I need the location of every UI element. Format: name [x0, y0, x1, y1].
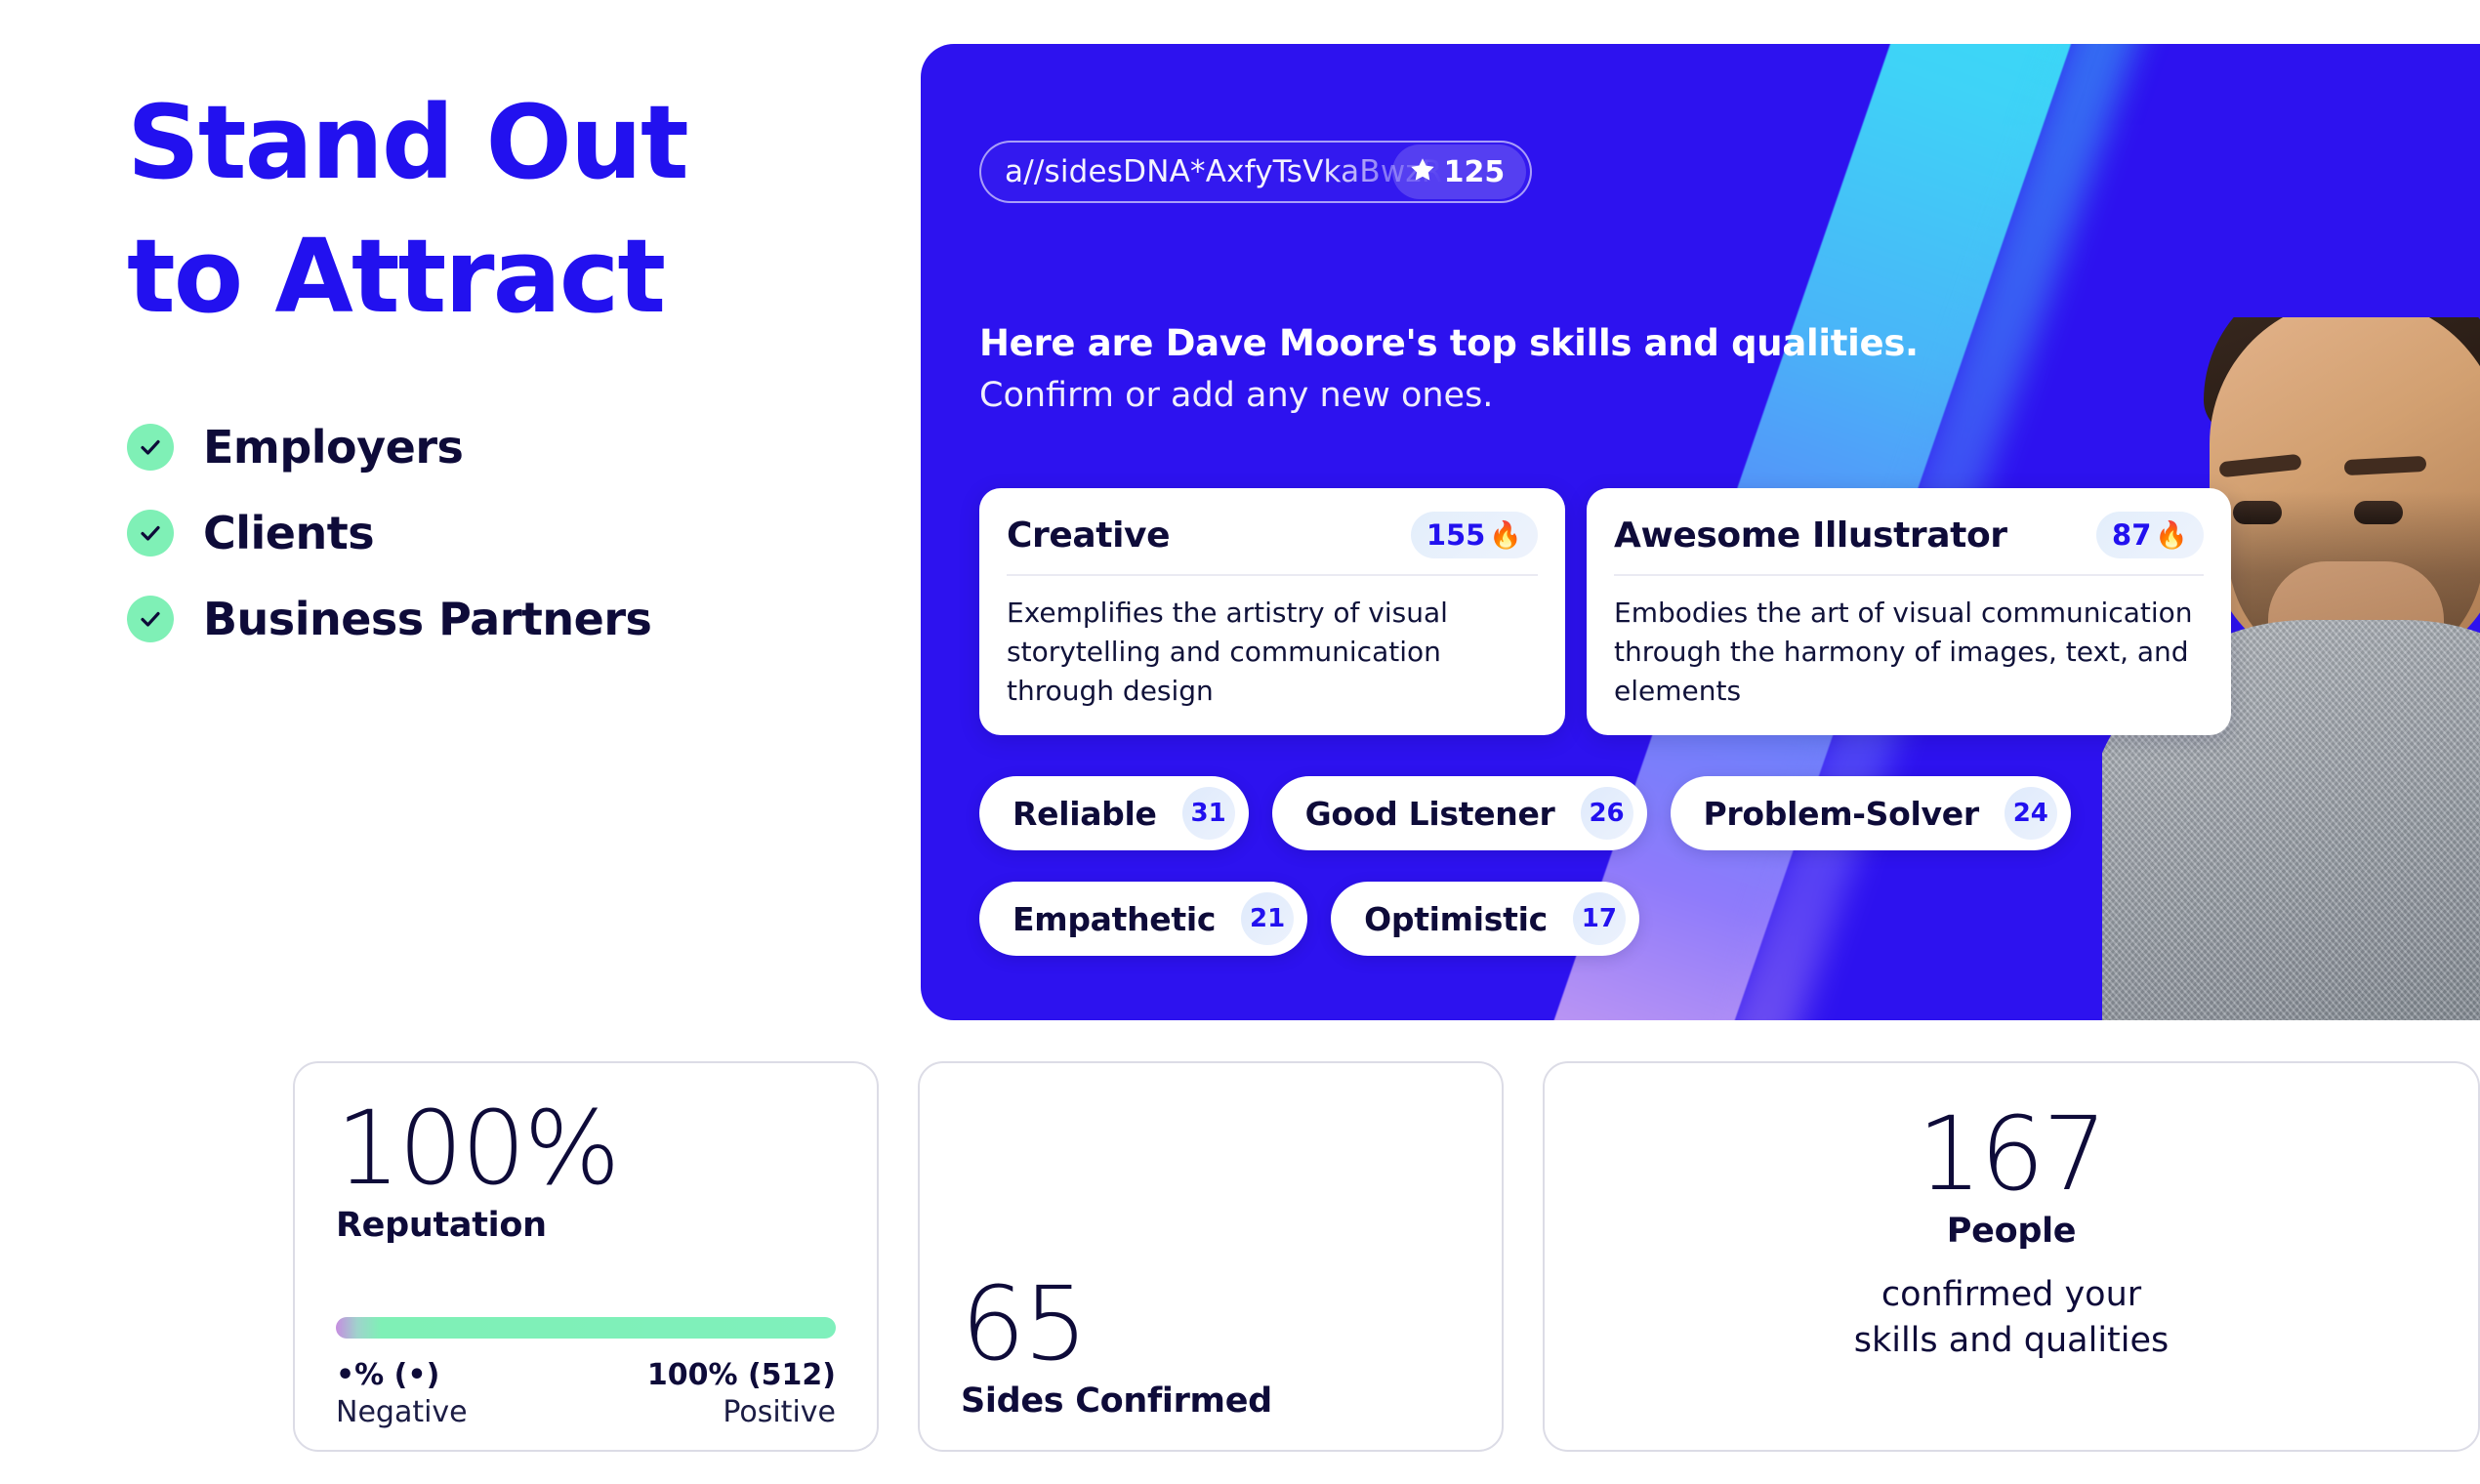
reputation-progress: •% (•) Negative 100% (512) Positive: [336, 1317, 836, 1429]
skill-chip-reliable[interactable]: Reliable 31: [979, 776, 1249, 850]
profile-url-text: a//sidesDNA*AxfyTsVkaBwzR: [1005, 154, 1443, 189]
legend-negative: •% (•) Negative: [336, 1358, 468, 1429]
skill-card-creative[interactable]: Creative 155 🔥 Exemplifies the artistry …: [979, 488, 1565, 736]
headline-line-2: to Attract: [127, 217, 666, 337]
progress-bar: [336, 1317, 836, 1340]
checklist-label: Employers: [203, 420, 464, 474]
chip-label: Problem-Solver: [1703, 794, 1980, 833]
checklist-label: Clients: [203, 506, 375, 559]
divider: [1007, 574, 1538, 576]
skill-chip-empathetic[interactable]: Empathetic 21: [979, 882, 1308, 956]
reputation-label: Reputation: [336, 1206, 547, 1246]
check-icon: [127, 423, 174, 471]
negative-label: Negative: [336, 1395, 468, 1430]
skill-name: Creative: [1007, 515, 1171, 556]
skill-chip-optimistic[interactable]: Optimistic 17: [1331, 882, 1639, 956]
profile-url-pill[interactable]: a//sidesDNA*AxfyTsVkaBwzR 125: [979, 141, 1533, 203]
chip-label: Empathetic: [1013, 899, 1217, 938]
endorsement-count: 87: [2112, 518, 2152, 552]
fire-icon: 🔥: [1489, 519, 1522, 550]
endorsement-count: 155: [1426, 518, 1486, 552]
sides-label: Sides Confirmed: [961, 1381, 1272, 1421]
skill-name: Awesome Illustrator: [1614, 515, 2007, 556]
skill-description: Exemplifies the artistry of visual story…: [1007, 597, 1448, 707]
checklist-item-employers: Employers: [127, 421, 908, 474]
page-title: Stand Out to Attract: [127, 76, 908, 345]
chip-label: Good Listener: [1304, 794, 1555, 833]
skill-chip-row-2: Empathetic 21 Optimistic 17: [979, 882, 1639, 956]
chip-count: 24: [2004, 787, 2057, 840]
skill-chip-good-listener[interactable]: Good Listener 26: [1271, 776, 1647, 850]
skill-description: Embodies the art of visual communication…: [1614, 597, 2193, 707]
reputation-value: 100%: [336, 1089, 620, 1208]
progress-legend: •% (•) Negative 100% (512) Positive: [336, 1358, 836, 1429]
skill-chip-row-1: Reliable 31 Good Listener 26 Problem-Sol…: [979, 776, 2071, 850]
stat-card-people-confirmed: 167 People confirmed your skills and qual…: [1543, 1061, 2480, 1452]
stat-card-reputation: 100% Reputation •% (•) Negative 100% (51…: [293, 1061, 879, 1452]
people-label: People: [1946, 1212, 2077, 1252]
people-note: confirmed your skills and qualities: [1853, 1275, 2170, 1361]
skill-card-header: Awesome Illustrator 87 🔥: [1614, 512, 2204, 574]
checklist-item-clients: Clients: [127, 507, 908, 559]
people-value: 167: [1917, 1094, 2108, 1214]
endorsement-badge[interactable]: 155 🔥: [1410, 512, 1538, 558]
left-panel: Stand Out to Attract Employers Clients B…: [127, 76, 908, 679]
checklist-item-business-partners: Business Partners: [127, 593, 908, 645]
positive-value: 100% (512): [646, 1358, 836, 1393]
checklist-label: Business Partners: [203, 592, 652, 645]
chip-count: 31: [1181, 787, 1235, 840]
check-icon: [127, 595, 174, 642]
skill-card-awesome-illustrator[interactable]: Awesome Illustrator 87 🔥 Embodies the ar…: [1587, 488, 2231, 736]
skill-card-list: Creative 155 🔥 Exemplifies the artistry …: [979, 488, 2231, 736]
legend-positive: 100% (512) Positive: [647, 1358, 836, 1429]
positive-label: Positive: [723, 1395, 836, 1430]
hero-subtitle: Confirm or add any new ones.: [979, 376, 1494, 415]
chip-label: Optimistic: [1364, 899, 1548, 938]
hero-title: Here are Dave Moore's top skills and qua…: [979, 322, 1919, 364]
star-count: 125: [1443, 154, 1506, 189]
page-root: Stand Out to Attract Employers Clients B…: [0, 0, 2480, 1484]
stat-card-sides-confirmed: 65 Sides Confirmed: [918, 1061, 1504, 1452]
chip-label: Reliable: [1013, 794, 1157, 833]
audience-checklist: Employers Clients Business Partners: [127, 421, 908, 645]
skills-hero-card: a//sidesDNA*AxfyTsVkaBwzR 125 Here are D…: [921, 44, 2480, 1020]
sides-value: 65: [961, 1263, 1088, 1383]
fire-icon: 🔥: [2155, 519, 2188, 550]
headline-line-1: Stand Out: [127, 83, 689, 202]
skill-card-header: Creative 155 🔥: [1007, 512, 1538, 574]
chip-count: 26: [1580, 787, 1633, 840]
chip-count: 21: [1241, 892, 1295, 945]
chip-count: 17: [1572, 892, 1626, 945]
skill-chip-problem-solver[interactable]: Problem-Solver 24: [1670, 776, 2071, 850]
negative-value: •% (•): [336, 1358, 440, 1393]
divider: [1614, 574, 2204, 576]
endorsement-badge[interactable]: 87 🔥: [2096, 512, 2204, 558]
check-icon: [127, 509, 174, 556]
